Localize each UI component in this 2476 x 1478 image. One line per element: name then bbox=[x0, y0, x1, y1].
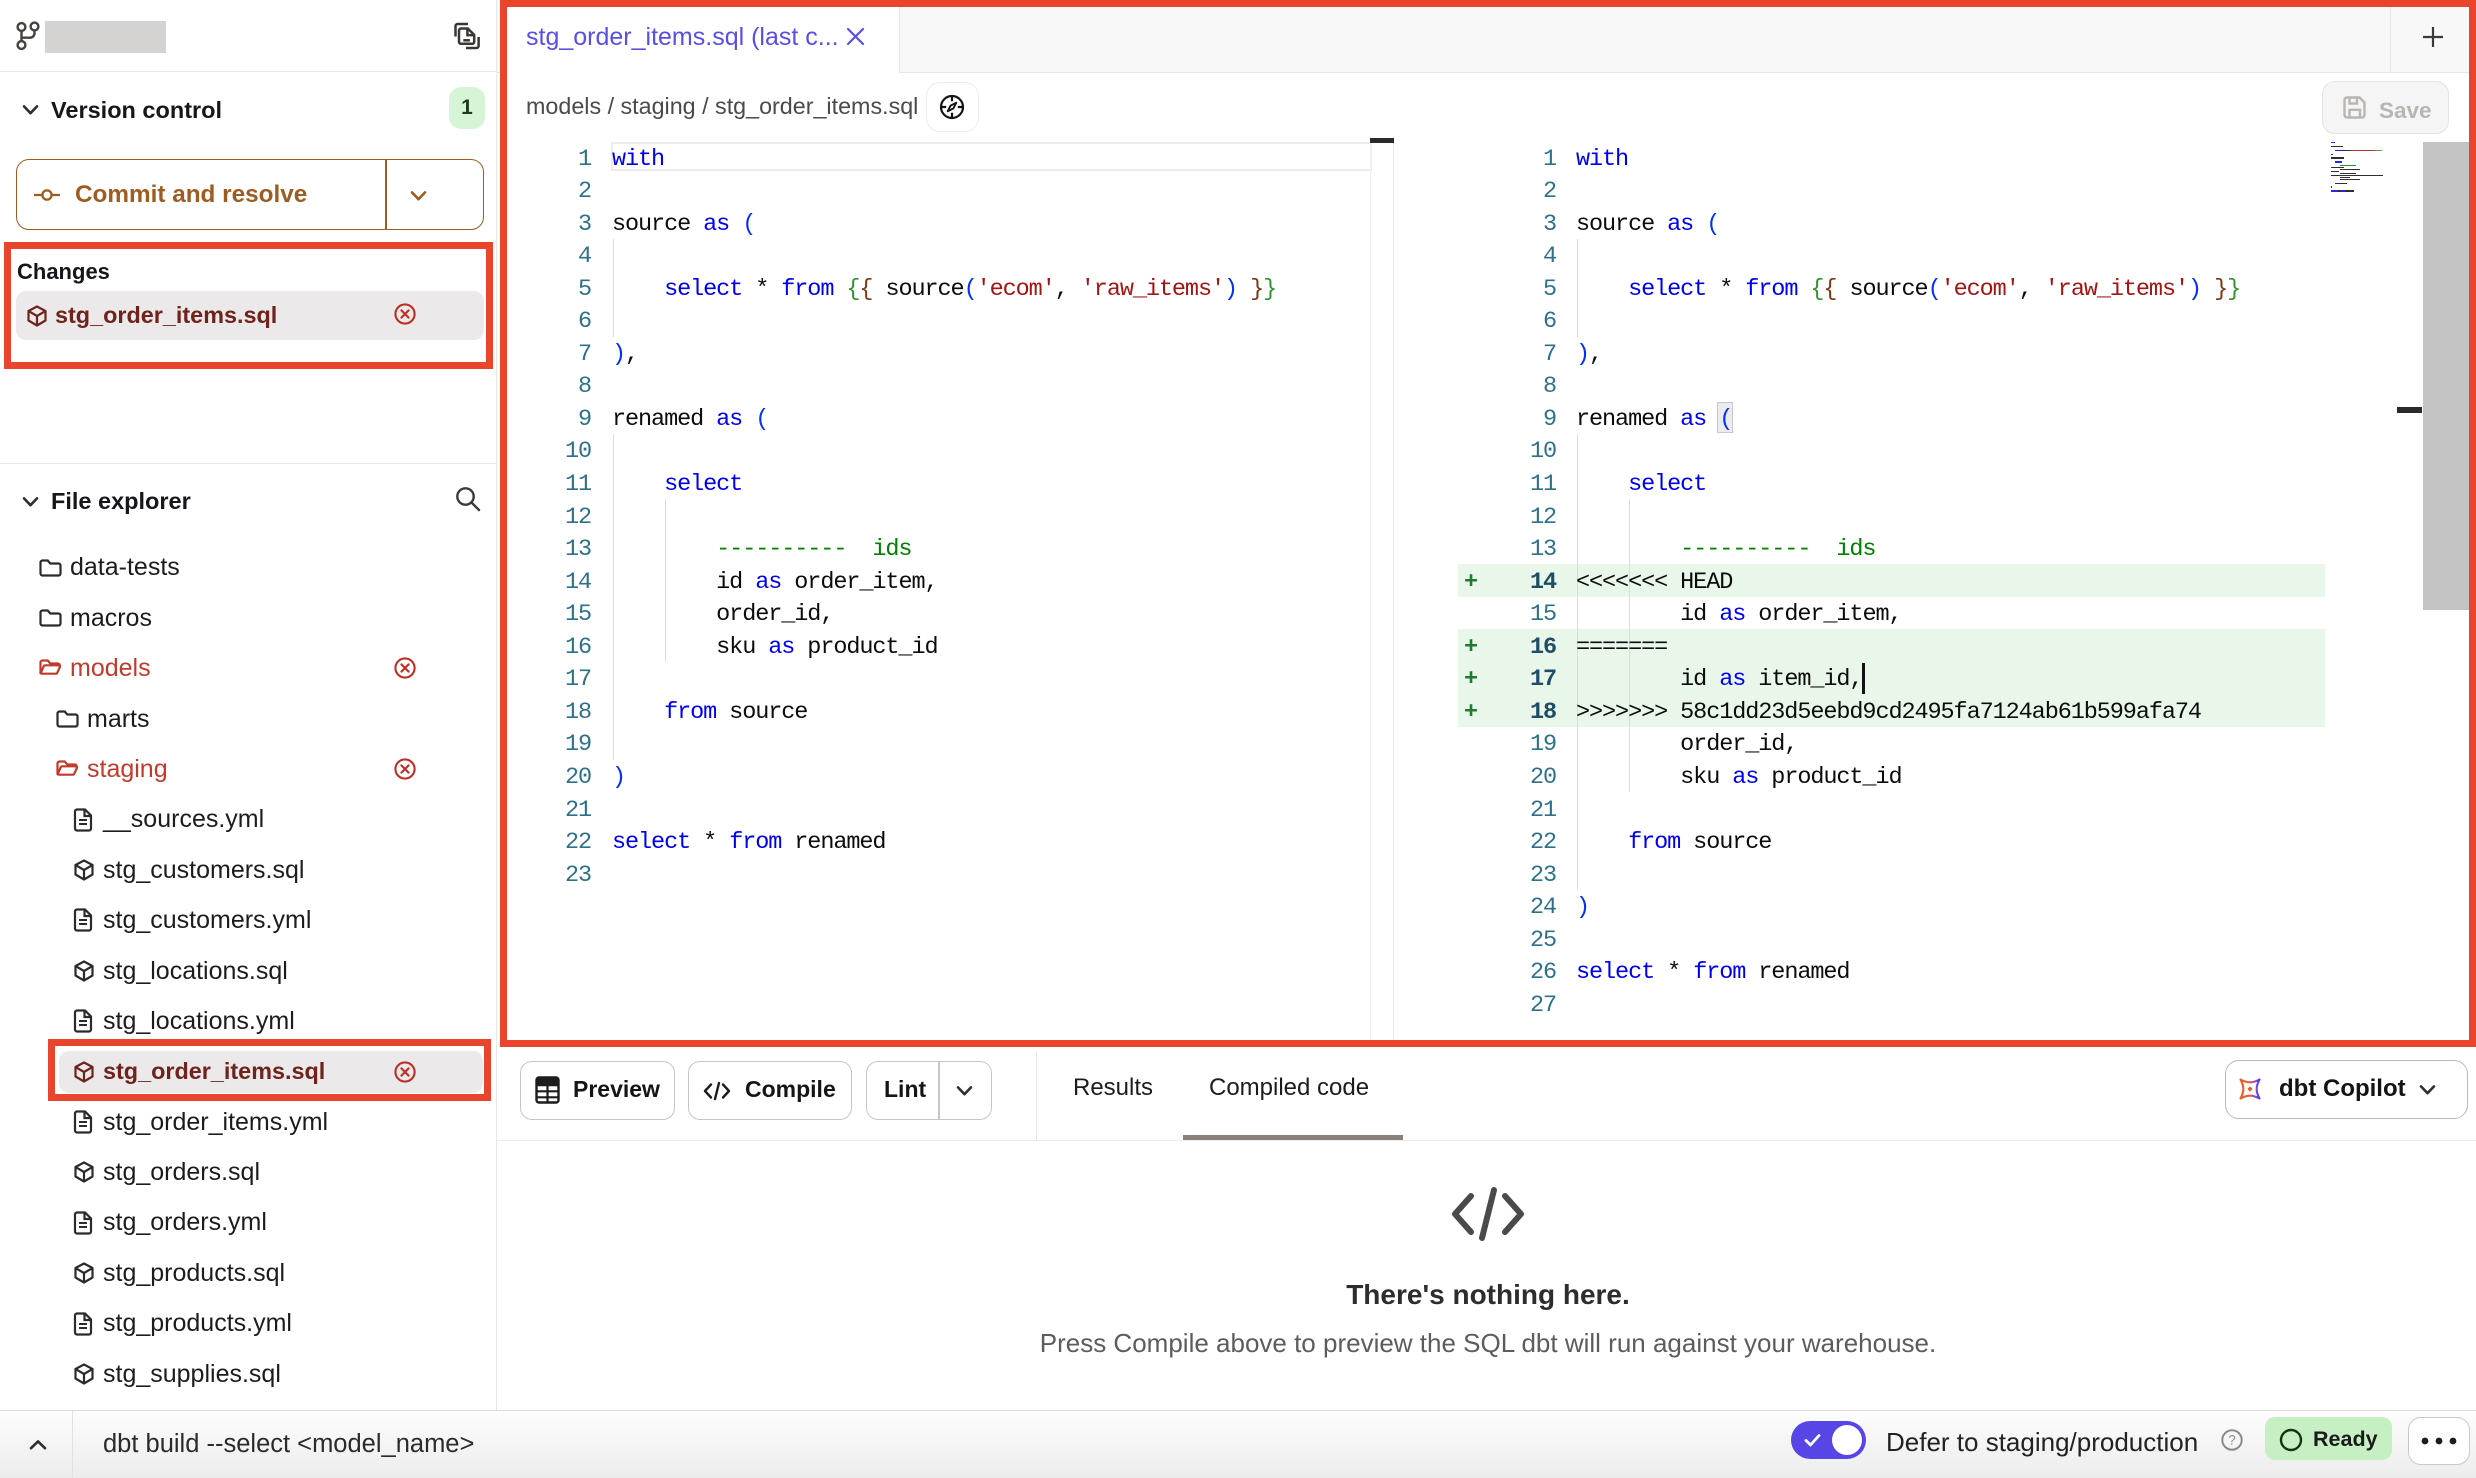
svg-text:?: ? bbox=[2228, 1433, 2236, 1448]
